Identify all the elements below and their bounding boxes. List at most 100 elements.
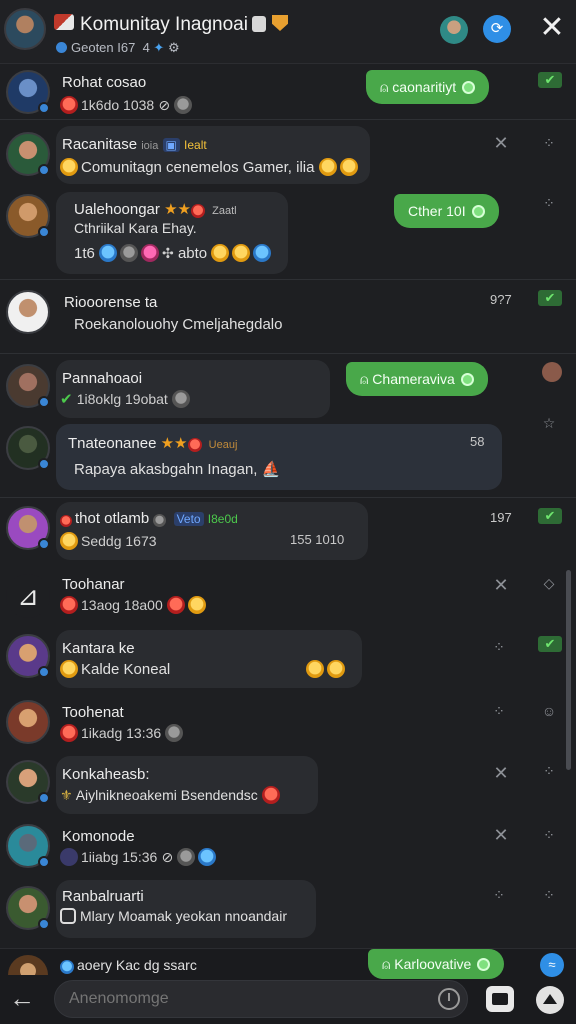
reaction-chip[interactable]: ⍝ caonaritiyt (366, 70, 490, 104)
avatar[interactable] (6, 70, 50, 114)
more-icon[interactable]: ⁘ (490, 638, 508, 656)
clock-icon[interactable] (438, 988, 460, 1010)
dismiss-icon[interactable]: ✕ (492, 134, 510, 152)
avatar[interactable] (6, 760, 50, 804)
diamond-icon[interactable]: ◇ (540, 574, 558, 592)
check-icon: ✔ (538, 72, 562, 88)
app-icon[interactable]: ⊿ (6, 574, 50, 618)
message-text: Cthriikal Kara Ehay. (74, 220, 197, 236)
status-dot-icon (38, 538, 50, 550)
document-icon (252, 16, 266, 32)
avatar[interactable] (6, 364, 50, 408)
reaction-chip[interactable]: ⍝ Chameraviva (346, 362, 488, 396)
more-icon[interactable]: ⁘ (540, 826, 558, 844)
status-dot-icon (38, 792, 50, 804)
dismiss-icon[interactable]: ✕ (492, 576, 510, 594)
avatar[interactable] (6, 634, 50, 678)
check-icon: ✔ (538, 636, 562, 652)
status-dot-icon (38, 396, 50, 408)
message-row[interactable]: Pannahoaoi ✔ 1i8oklg 19obat ⍝ Chameraviv… (0, 358, 576, 420)
sender-name: Kantara ke (62, 640, 135, 657)
more-icon[interactable]: ⁘ (540, 134, 558, 152)
message-text: ⚜ Aiylnikneoakemi Bsendendsc (60, 786, 283, 804)
status-dot-icon (38, 226, 50, 238)
message-row[interactable]: Toohenat 1ikadg 13:36 ⁘ ☺ (0, 696, 576, 754)
avatar[interactable] (6, 194, 50, 238)
avatar[interactable] (6, 290, 50, 334)
message-row[interactable]: Komonode 1iiabg 15:36 ⊘ ✕ ⁘ (0, 820, 576, 878)
message-text: 1k6do 1038 ⊘ (60, 96, 195, 114)
pin-icon[interactable]: ☆ (540, 414, 558, 432)
group-avatar[interactable] (4, 8, 46, 50)
sender-name: thot otlamb Veto I8e0d (60, 510, 238, 527)
emoji-icon (339, 158, 358, 176)
sender-name: Ranbalruarti (62, 888, 144, 905)
sender-name: Toohenat (62, 704, 124, 721)
message-bubble[interactable] (56, 360, 330, 418)
message-row[interactable]: thot otlamb Veto I8e0d Seddg 1673 155 10… (0, 500, 576, 562)
message-text: ✔ 1i8oklg 19obat (60, 390, 193, 408)
check-icon: ✔ (538, 290, 562, 306)
dismiss-icon[interactable]: ✕ (492, 764, 510, 782)
avatar-mini (542, 362, 562, 382)
message-bubble[interactable] (56, 756, 318, 814)
status-dot-icon (38, 102, 50, 114)
message-row[interactable]: ⊿ Toohanar 13aog 18a00 ✕ ◇ (0, 568, 576, 626)
more-icon[interactable]: ⁘ (540, 762, 558, 780)
message-text: Seddg 1673 (60, 532, 157, 550)
timestamp: 197 (490, 510, 512, 525)
wave-icon[interactable]: ≈ (540, 953, 564, 977)
more-icon[interactable]: ⁘ (490, 702, 508, 720)
avatar[interactable] (6, 886, 50, 930)
status-dot-icon (38, 164, 50, 176)
avatar[interactable] (6, 426, 50, 470)
close-button[interactable]: ✕ (536, 12, 568, 44)
message-row[interactable]: Rohat cosao 1k6do 1038 ⊘ ⍝ caonaritiyt ✔ (0, 64, 576, 120)
message-row[interactable]: Kantara ke Kalde Koneal ⁘ ✔ (0, 630, 576, 692)
more-icon[interactable]: ⁘ (490, 886, 508, 904)
message-row[interactable]: Racanitase ioia ▣ Iealt Comunitagn cenem… (0, 124, 576, 186)
message-row[interactable]: Konkaheasb: ⚜ Aiylnikneoakemi Bsendendsc… (0, 756, 576, 818)
shield-icon (272, 15, 288, 31)
message-bubble[interactable] (56, 630, 362, 688)
profile-button[interactable] (440, 16, 468, 44)
scrollbar[interactable] (566, 570, 571, 770)
sparkle-icon: ✦ (153, 40, 165, 55)
avatar (8, 955, 48, 975)
message-input[interactable] (54, 980, 468, 1018)
send-icon[interactable] (536, 986, 564, 1014)
reaction-chip[interactable]: ⍝ Karloovative (368, 949, 505, 979)
sender-name: Ualehoongar ★★ Zaatl (74, 201, 237, 218)
gear-icon: ⚙ (167, 40, 180, 55)
sender-name: Konkaheasb: (62, 766, 150, 783)
sender-name: Tnateonanee ★★ Ueauj (68, 435, 238, 452)
message-row[interactable]: Tnateonanee ★★ Ueauj Rapaya akasbgahn In… (0, 415, 576, 498)
message-row[interactable]: Ualehoongar ★★ Zaatl Cthriikal Kara Ehay… (0, 190, 576, 280)
more-icon[interactable]: ⁘ (540, 194, 558, 212)
reaction-chip[interactable]: Cther 10I (394, 194, 499, 228)
avatar[interactable] (6, 700, 50, 744)
message-text: Rapaya akasbgahn Inagan, ⛵ (74, 461, 281, 478)
emoji-icon (318, 158, 337, 176)
timestamp: 9?7 (490, 292, 512, 307)
refresh-button[interactable]: ⟳ (483, 15, 511, 43)
emoji-icon (60, 96, 78, 114)
reaction-row: 1t6 ✣ abto (74, 244, 274, 262)
more-icon[interactable]: ⁘ (540, 886, 558, 904)
avatar[interactable] (6, 132, 50, 176)
online-dot-icon (56, 42, 67, 53)
smile-icon[interactable]: ☺ (540, 702, 558, 720)
emoji-icon (60, 158, 78, 176)
dismiss-icon[interactable]: ✕ (492, 826, 510, 844)
sender-name: Racanitase ioia ▣ Iealt (62, 136, 207, 153)
avatar[interactable] (6, 506, 50, 550)
back-arrow-icon[interactable]: ← (8, 984, 36, 1012)
status-dot-icon (38, 666, 50, 678)
typing-preview: aoery Kac dg ssarc (60, 957, 197, 974)
message-row[interactable]: Ranbalruarti Mlary Moamak yeokan nnoanda… (0, 880, 576, 942)
message-text: 1iiabg 15:36 ⊘ (60, 848, 219, 866)
message-row[interactable]: Riooorense ta Roekanolouohy Cmeljahegdal… (0, 282, 576, 354)
sender-name: Komonode (62, 828, 135, 845)
avatar[interactable] (6, 824, 50, 868)
sticker-icon[interactable] (486, 986, 514, 1012)
